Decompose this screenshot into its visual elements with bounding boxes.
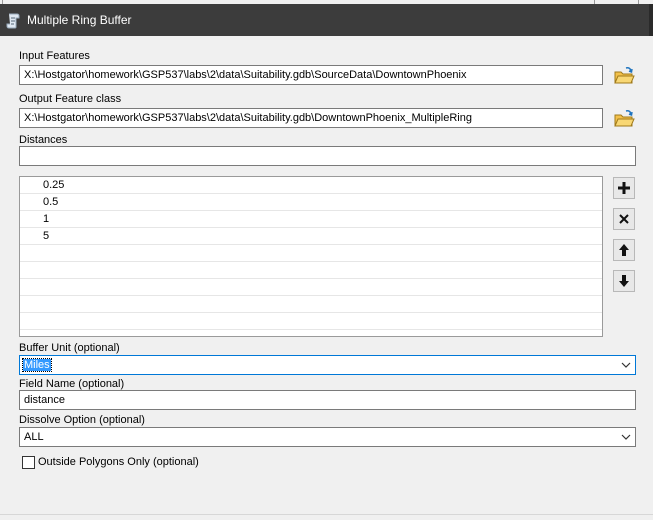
dissolve-option-select[interactable]: ALL: [19, 427, 636, 447]
list-item[interactable]: 1: [20, 211, 602, 228]
window-titlebar: Multiple Ring Buffer: [0, 4, 653, 36]
chevron-down-icon: [621, 434, 631, 440]
distances-list[interactable]: 0.25 0.5 1 5: [19, 176, 603, 337]
buffer-unit-value: Miles: [22, 358, 52, 372]
list-item[interactable]: 0.5: [20, 194, 602, 211]
buffer-unit-label: Buffer Unit (optional): [19, 342, 120, 354]
list-item[interactable]: 5: [20, 228, 602, 245]
empty-row: [20, 279, 602, 296]
input-features-label: Input Features: [19, 50, 90, 62]
distances-label: Distances: [19, 134, 68, 146]
buffer-unit-select[interactable]: Miles: [19, 355, 636, 375]
script-tool-icon: [6, 13, 20, 29]
divider: [0, 514, 653, 515]
chevron-down-icon: [621, 362, 631, 368]
arrow-down-icon: [619, 275, 629, 287]
field-name-input[interactable]: distance: [19, 390, 636, 410]
list-item-value: 0.5: [43, 196, 59, 208]
outside-polygons-only-checkbox[interactable]: [22, 456, 35, 469]
distances-input[interactable]: [19, 146, 636, 166]
add-button[interactable]: [613, 177, 635, 199]
move-down-button[interactable]: [613, 270, 635, 292]
window-title: Multiple Ring Buffer: [27, 13, 132, 27]
delete-x-icon: [619, 214, 629, 224]
list-item[interactable]: 0.25: [20, 177, 602, 194]
list-item-value: 0.25: [43, 179, 65, 191]
list-item-value: 1: [43, 213, 50, 225]
list-item-value: 5: [43, 230, 50, 242]
remove-button[interactable]: [613, 208, 635, 230]
empty-row: [20, 296, 602, 313]
empty-row: [20, 313, 602, 330]
empty-row: [20, 245, 602, 262]
output-feature-class-label: Output Feature class: [19, 93, 122, 105]
arrow-up-icon: [619, 244, 629, 256]
outside-polygons-only-label: Outside Polygons Only (optional): [38, 456, 199, 468]
open-folder-icon[interactable]: [612, 64, 636, 88]
empty-row: [20, 262, 602, 279]
dissolve-option-label: Dissolve Option (optional): [19, 414, 145, 426]
dissolve-option-value: ALL: [24, 431, 44, 443]
open-folder-icon[interactable]: [612, 107, 636, 131]
plus-icon: [618, 182, 630, 194]
output-feature-class-field[interactable]: X:\Hostgator\homework\GSP537\labs\2\data…: [19, 108, 603, 128]
input-features-field[interactable]: X:\Hostgator\homework\GSP537\labs\2\data…: [19, 65, 603, 85]
field-name-label: Field Name (optional): [19, 378, 125, 390]
move-up-button[interactable]: [613, 239, 635, 261]
